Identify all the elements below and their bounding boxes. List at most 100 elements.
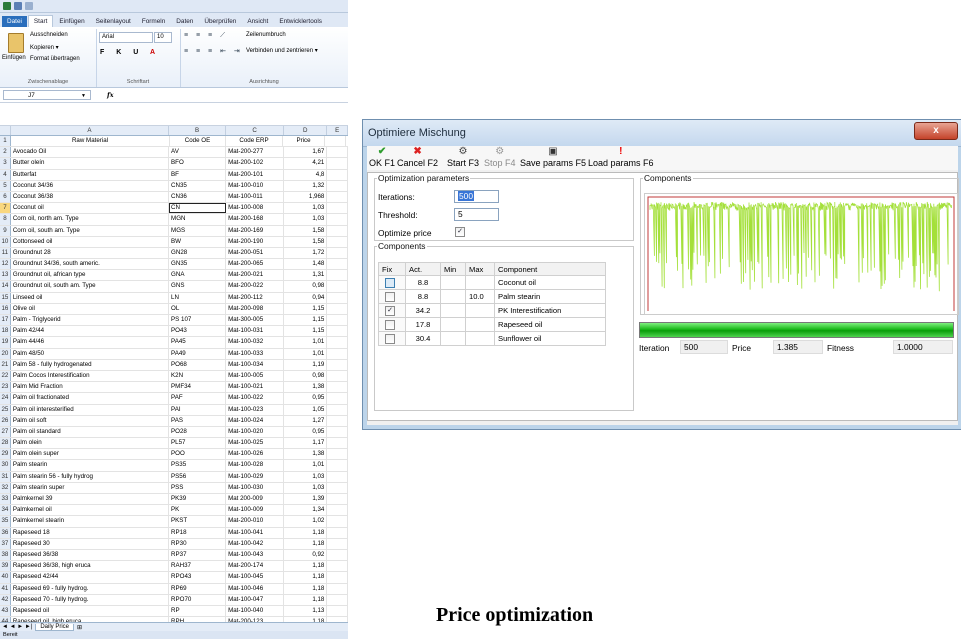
tab-formeln[interactable]: Formeln: [137, 16, 170, 27]
cell-price[interactable]: 1,02: [284, 516, 328, 527]
cell-code-oe[interactable]: PO68: [169, 359, 227, 370]
row-number[interactable]: 11: [0, 247, 11, 259]
cell-empty[interactable]: [327, 404, 348, 415]
row-number[interactable]: 21: [0, 359, 11, 370]
cell-empty[interactable]: [327, 236, 348, 247]
cell-code-oe[interactable]: AV: [169, 147, 227, 158]
row-number[interactable]: 15: [0, 292, 11, 303]
cell-code-erp[interactable]: Mat-100-011: [226, 191, 285, 203]
cell-code-oe[interactable]: GN28: [169, 247, 227, 259]
sheet-tab-daily-price[interactable]: Daily Price: [35, 623, 75, 631]
cell-price[interactable]: 1,18: [284, 561, 328, 572]
cell-price[interactable]: 1,13: [284, 605, 328, 617]
iterations-input[interactable]: 500: [454, 190, 499, 203]
cell-code-erp[interactable]: Mat-100-021: [226, 382, 285, 393]
act-cell[interactable]: 34.2: [405, 303, 441, 318]
cell-code-erp[interactable]: Mat-100-010: [226, 180, 285, 191]
cell-material[interactable]: Coconut 36/38: [11, 191, 170, 203]
cell-price[interactable]: 1,32: [284, 180, 328, 191]
cell-price[interactable]: 1,18: [284, 527, 328, 538]
cell-empty[interactable]: [327, 561, 348, 572]
cell-material[interactable]: Rapeseed 30: [11, 538, 170, 549]
row-number[interactable]: 14: [0, 281, 11, 292]
row-number[interactable]: 40: [0, 572, 11, 583]
cell-material[interactable]: Palm oil interesterified: [11, 404, 170, 415]
start-button[interactable]: ⚙ Start F3: [447, 146, 479, 170]
cell-empty[interactable]: [327, 393, 348, 404]
cell-code-oe[interactable]: PMF34: [169, 382, 227, 393]
cell-code-oe[interactable]: RAH37: [169, 561, 227, 572]
cell-code-oe[interactable]: PSS: [169, 482, 227, 493]
row-number[interactable]: 35: [0, 516, 11, 527]
act-cell[interactable]: 17.8: [405, 317, 441, 332]
cell-code-oe[interactable]: RP37: [169, 549, 227, 561]
component-name-cell[interactable]: Rapeseed oil: [494, 317, 606, 332]
cell-empty[interactable]: [327, 169, 348, 180]
header-component[interactable]: Component: [494, 262, 606, 276]
cell-material[interactable]: Groundnut 28: [11, 247, 170, 259]
row-number[interactable]: 20: [0, 348, 11, 359]
font-size-select[interactable]: 10: [154, 32, 172, 43]
cell-empty[interactable]: [327, 203, 348, 214]
cell-code-oe[interactable]: BW: [169, 236, 227, 247]
cell-code-erp[interactable]: Mat-100-024: [226, 415, 285, 426]
cell-empty[interactable]: [327, 315, 348, 326]
undo-icon[interactable]: [25, 2, 33, 10]
select-all-corner[interactable]: [0, 126, 11, 135]
cell-empty[interactable]: [327, 415, 348, 426]
component-name-cell[interactable]: Coconut oil: [494, 275, 606, 290]
column-header-d[interactable]: D: [284, 126, 328, 135]
column-header-a[interactable]: A: [11, 126, 170, 135]
cell-empty[interactable]: [327, 214, 348, 225]
act-cell[interactable]: 30.4: [405, 331, 441, 346]
cell-code-erp[interactable]: Mat-100-043: [226, 549, 285, 561]
cell-price[interactable]: 1,05: [284, 404, 328, 415]
cell-material[interactable]: Groundnut oil, african type: [11, 270, 170, 281]
cell-code-erp[interactable]: Mat-200-174: [226, 561, 285, 572]
cell-code-oe[interactable]: PAF: [169, 393, 227, 404]
cell-code-erp[interactable]: Mat-100-025: [226, 438, 285, 449]
cell-price[interactable]: 0,95: [284, 393, 328, 404]
cell-code-oe[interactable]: PL57: [169, 438, 227, 449]
align-bottom-icons[interactable]: ≡ ≡ ≡ ⇤ ⇥: [184, 47, 243, 55]
cell-code-oe[interactable]: BF: [169, 169, 227, 180]
header-fix[interactable]: Fix: [378, 262, 406, 276]
cell-material[interactable]: Rapeseed oil: [11, 605, 170, 617]
cell-material[interactable]: Palm Mid Fraction: [11, 382, 170, 393]
cell-price[interactable]: 1,72: [284, 247, 328, 259]
cell-empty[interactable]: [325, 136, 346, 147]
cell-material[interactable]: Rapeseed 36/38, high eruca: [11, 561, 170, 572]
cell-material[interactable]: Rapeseed 42/44: [11, 572, 170, 583]
cell-material[interactable]: Palm stearin: [11, 460, 170, 471]
cell-price[interactable]: 1,31: [284, 270, 328, 281]
wrap-text-button[interactable]: Zeilenumbruch: [246, 32, 286, 38]
cell-material[interactable]: Palm 44/46: [11, 337, 170, 348]
cell-empty[interactable]: [327, 337, 348, 348]
cell-code-erp[interactable]: Mat-200-022: [226, 281, 285, 292]
fix-checkbox[interactable]: [385, 334, 395, 344]
row-number[interactable]: 18: [0, 326, 11, 337]
cell-price[interactable]: 1,19: [284, 359, 328, 370]
cell-code-erp[interactable]: Mat-100-042: [226, 538, 285, 549]
cell-material[interactable]: Palm stearin super: [11, 482, 170, 493]
cell-code-erp[interactable]: Mat-100-033: [226, 348, 285, 359]
column-header-b[interactable]: B: [169, 126, 227, 135]
component-name-cell[interactable]: Palm stearin: [494, 289, 606, 304]
cell-code-oe[interactable]: PK39: [169, 494, 227, 505]
cell-material[interactable]: Palm oil soft: [11, 415, 170, 426]
cell-empty[interactable]: [327, 516, 348, 527]
cell-code-erp[interactable]: Mat-200-190: [226, 236, 285, 247]
row-number[interactable]: 4: [0, 169, 11, 180]
cell-empty[interactable]: [327, 471, 348, 482]
cell-empty[interactable]: [327, 382, 348, 393]
cell-price[interactable]: 1,34: [284, 505, 328, 516]
cell-price[interactable]: 1,03: [284, 482, 328, 493]
cell-material[interactable]: Corn oil, south am. Type: [11, 225, 170, 236]
min-cell[interactable]: [440, 317, 466, 332]
cell-code-oe[interactable]: LN: [169, 292, 227, 303]
cell-code-oe[interactable]: RP: [169, 605, 227, 617]
cell-code-oe[interactable]: MGN: [169, 214, 227, 225]
cell-code-oe[interactable]: POO: [169, 449, 227, 460]
tab-start[interactable]: Start: [27, 15, 54, 27]
row-number[interactable]: 32: [0, 482, 11, 493]
